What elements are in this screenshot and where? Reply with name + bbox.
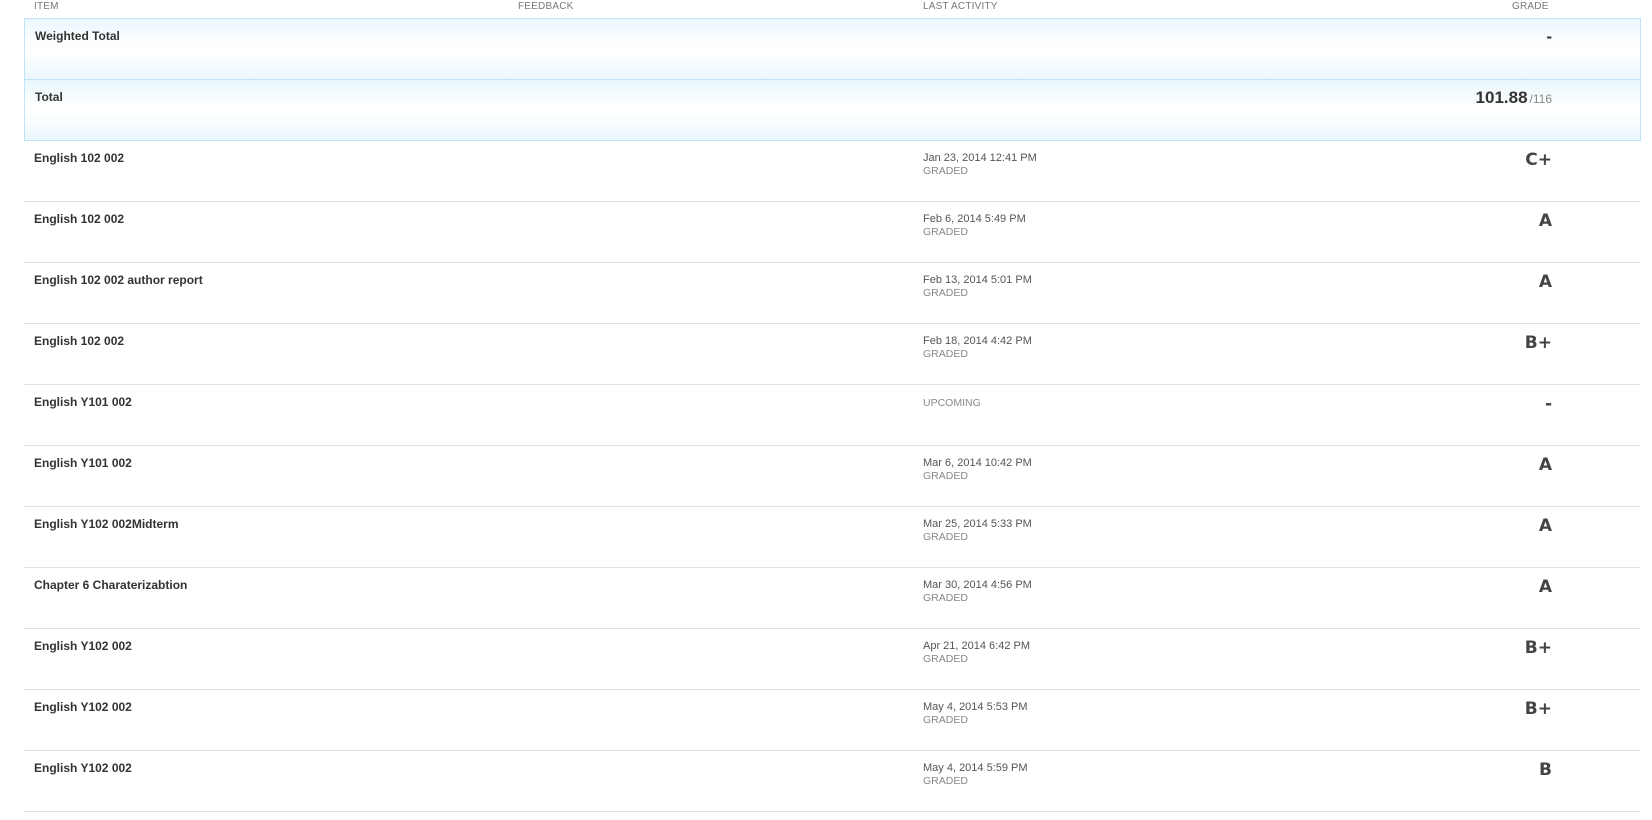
grades-table: ITEM FEEDBACK LAST ACTIVITY GRADE Weight…	[0, 0, 1652, 820]
grade-item-name[interactable]: English 102 002	[34, 212, 124, 226]
grade-item-name[interactable]: English Y102 002	[34, 700, 132, 714]
grade-item-name[interactable]: English Y102 002	[34, 639, 132, 653]
last-activity-date: May 4, 2014 5:59 PM	[923, 762, 1028, 774]
grade-value: A	[1538, 211, 1552, 231]
last-activity: Apr 21, 2014 6:42 PM GRADED	[923, 640, 1030, 666]
grade-item-row[interactable]: English 102 002 author report Feb 13, 201…	[24, 263, 1640, 324]
last-activity-date: Feb 18, 2014 4:42 PM	[923, 335, 1032, 347]
weighted-total-grade: -	[1546, 27, 1552, 47]
last-activity-date: Feb 13, 2014 5:01 PM	[923, 274, 1032, 286]
grade-value: A	[1538, 516, 1552, 536]
activity-status: GRADED	[923, 592, 968, 604]
last-activity: Feb 6, 2014 5:49 PM GRADED	[923, 213, 1026, 239]
total-possible: /116	[1529, 92, 1552, 106]
activity-status: GRADED	[923, 348, 968, 360]
activity-status: UPCOMING	[923, 397, 981, 409]
total-grade: 101.88/116	[1476, 88, 1552, 108]
grade-item-row[interactable]: English 102 002 Feb 6, 2014 5:49 PM GRADED…	[24, 202, 1640, 263]
last-activity-date: Feb 6, 2014 5:49 PM	[923, 213, 1026, 225]
column-header-item[interactable]: ITEM	[34, 1, 59, 12]
last-activity: Feb 13, 2014 5:01 PM GRADED	[923, 274, 1032, 300]
grade-item-row[interactable]: English Y102 002 Apr 21, 2014 6:42 PM GRAD…	[24, 629, 1640, 690]
grade-value: A	[1538, 272, 1552, 292]
grade-item-name[interactable]: English Y101 002	[34, 456, 132, 470]
grade-item-row[interactable]: English Y102 002 May 4, 2014 5:53 PM GRADE…	[24, 690, 1640, 751]
last-activity-date: May 4, 2014 5:53 PM	[923, 701, 1028, 713]
activity-status: GRADED	[923, 714, 968, 726]
grade-item-row[interactable]: English 102 002 Jan 23, 2014 12:41 PM GRAD…	[24, 141, 1640, 202]
last-activity: Feb 18, 2014 4:42 PM GRADED	[923, 335, 1032, 361]
last-activity: UPCOMING	[923, 396, 981, 410]
grade-value: B	[1539, 760, 1552, 780]
activity-status: GRADED	[923, 653, 968, 665]
grade-item-row[interactable]: English Y101 002 UPCOMING -	[24, 385, 1640, 446]
total-row[interactable]: Total 101.88/116	[24, 79, 1641, 141]
grade-item-name[interactable]: English 102 002	[34, 334, 124, 348]
total-score: 101.88	[1475, 88, 1528, 107]
last-activity-date: Mar 25, 2014 5:33 PM	[923, 518, 1032, 530]
last-activity: Jan 23, 2014 12:41 PM GRADED	[923, 152, 1037, 178]
grade-item-row[interactable]: English 102 002 Feb 18, 2014 4:42 PM GRADE…	[24, 324, 1640, 385]
last-activity: May 4, 2014 5:53 PM GRADED	[923, 701, 1028, 727]
grade-item-row[interactable]: English Y102 002 May 4, 2014 5:59 PM GRADE…	[24, 751, 1640, 812]
grade-value: B+	[1524, 638, 1552, 658]
last-activity: Mar 6, 2014 10:42 PM GRADED	[923, 457, 1032, 483]
grade-item-name[interactable]: English Y101 002	[34, 395, 132, 409]
grade-item-name[interactable]: English 102 002 author report	[34, 273, 203, 287]
grade-item-row[interactable]: Chapter 6 Charaterizabtion Mar 30, 2014 4…	[24, 568, 1640, 629]
grade-value: A	[1538, 455, 1552, 475]
weighted-total-grade-value: -	[1546, 27, 1552, 46]
weighted-total-row[interactable]: Weighted Total -	[24, 18, 1641, 80]
column-header-grade[interactable]: GRADE	[1512, 1, 1549, 12]
grade-item-name[interactable]: English 102 002	[34, 151, 124, 165]
last-activity: May 4, 2014 5:59 PM GRADED	[923, 762, 1028, 788]
last-activity: Mar 25, 2014 5:33 PM GRADED	[923, 518, 1032, 544]
activity-status: GRADED	[923, 287, 968, 299]
weighted-total-label: Weighted Total	[35, 29, 120, 43]
grade-item-name[interactable]: Chapter 6 Charaterizabtion	[34, 578, 187, 592]
grade-value: -	[1544, 394, 1552, 414]
activity-status: GRADED	[923, 165, 968, 177]
column-header-feedback[interactable]: FEEDBACK	[518, 1, 574, 12]
grade-item-row[interactable]: English Y102 002Midterm Mar 25, 2014 5:33…	[24, 507, 1640, 568]
activity-status: GRADED	[923, 531, 968, 543]
grade-item-row[interactable]: English Y101 002 Mar 6, 2014 10:42 PM GRAD…	[24, 446, 1640, 507]
grade-item-name[interactable]: English Y102 002Midterm	[34, 517, 179, 531]
last-activity-date: Apr 21, 2014 6:42 PM	[923, 640, 1031, 652]
activity-status: GRADED	[923, 226, 968, 238]
activity-status: GRADED	[923, 775, 968, 787]
last-activity-date: Mar 6, 2014 10:42 PM	[923, 457, 1032, 469]
table-header: ITEM FEEDBACK LAST ACTIVITY GRADE	[0, 0, 1652, 18]
grade-value: B+	[1524, 699, 1552, 719]
column-header-last-activity[interactable]: LAST ACTIVITY	[923, 1, 998, 12]
last-activity: Mar 30, 2014 4:56 PM GRADED	[923, 579, 1032, 605]
grade-item-name[interactable]: English Y102 002	[34, 761, 132, 775]
total-label: Total	[35, 90, 63, 104]
grade-value: A	[1538, 577, 1552, 597]
grade-value: C+	[1525, 150, 1552, 170]
grade-items-list: English 102 002 Jan 23, 2014 12:41 PM GRAD…	[24, 141, 1640, 812]
grade-value: B+	[1524, 333, 1552, 353]
activity-status: GRADED	[923, 470, 968, 482]
last-activity-date: Mar 30, 2014 4:56 PM	[923, 579, 1032, 591]
last-activity-date: Jan 23, 2014 12:41 PM	[923, 152, 1037, 164]
